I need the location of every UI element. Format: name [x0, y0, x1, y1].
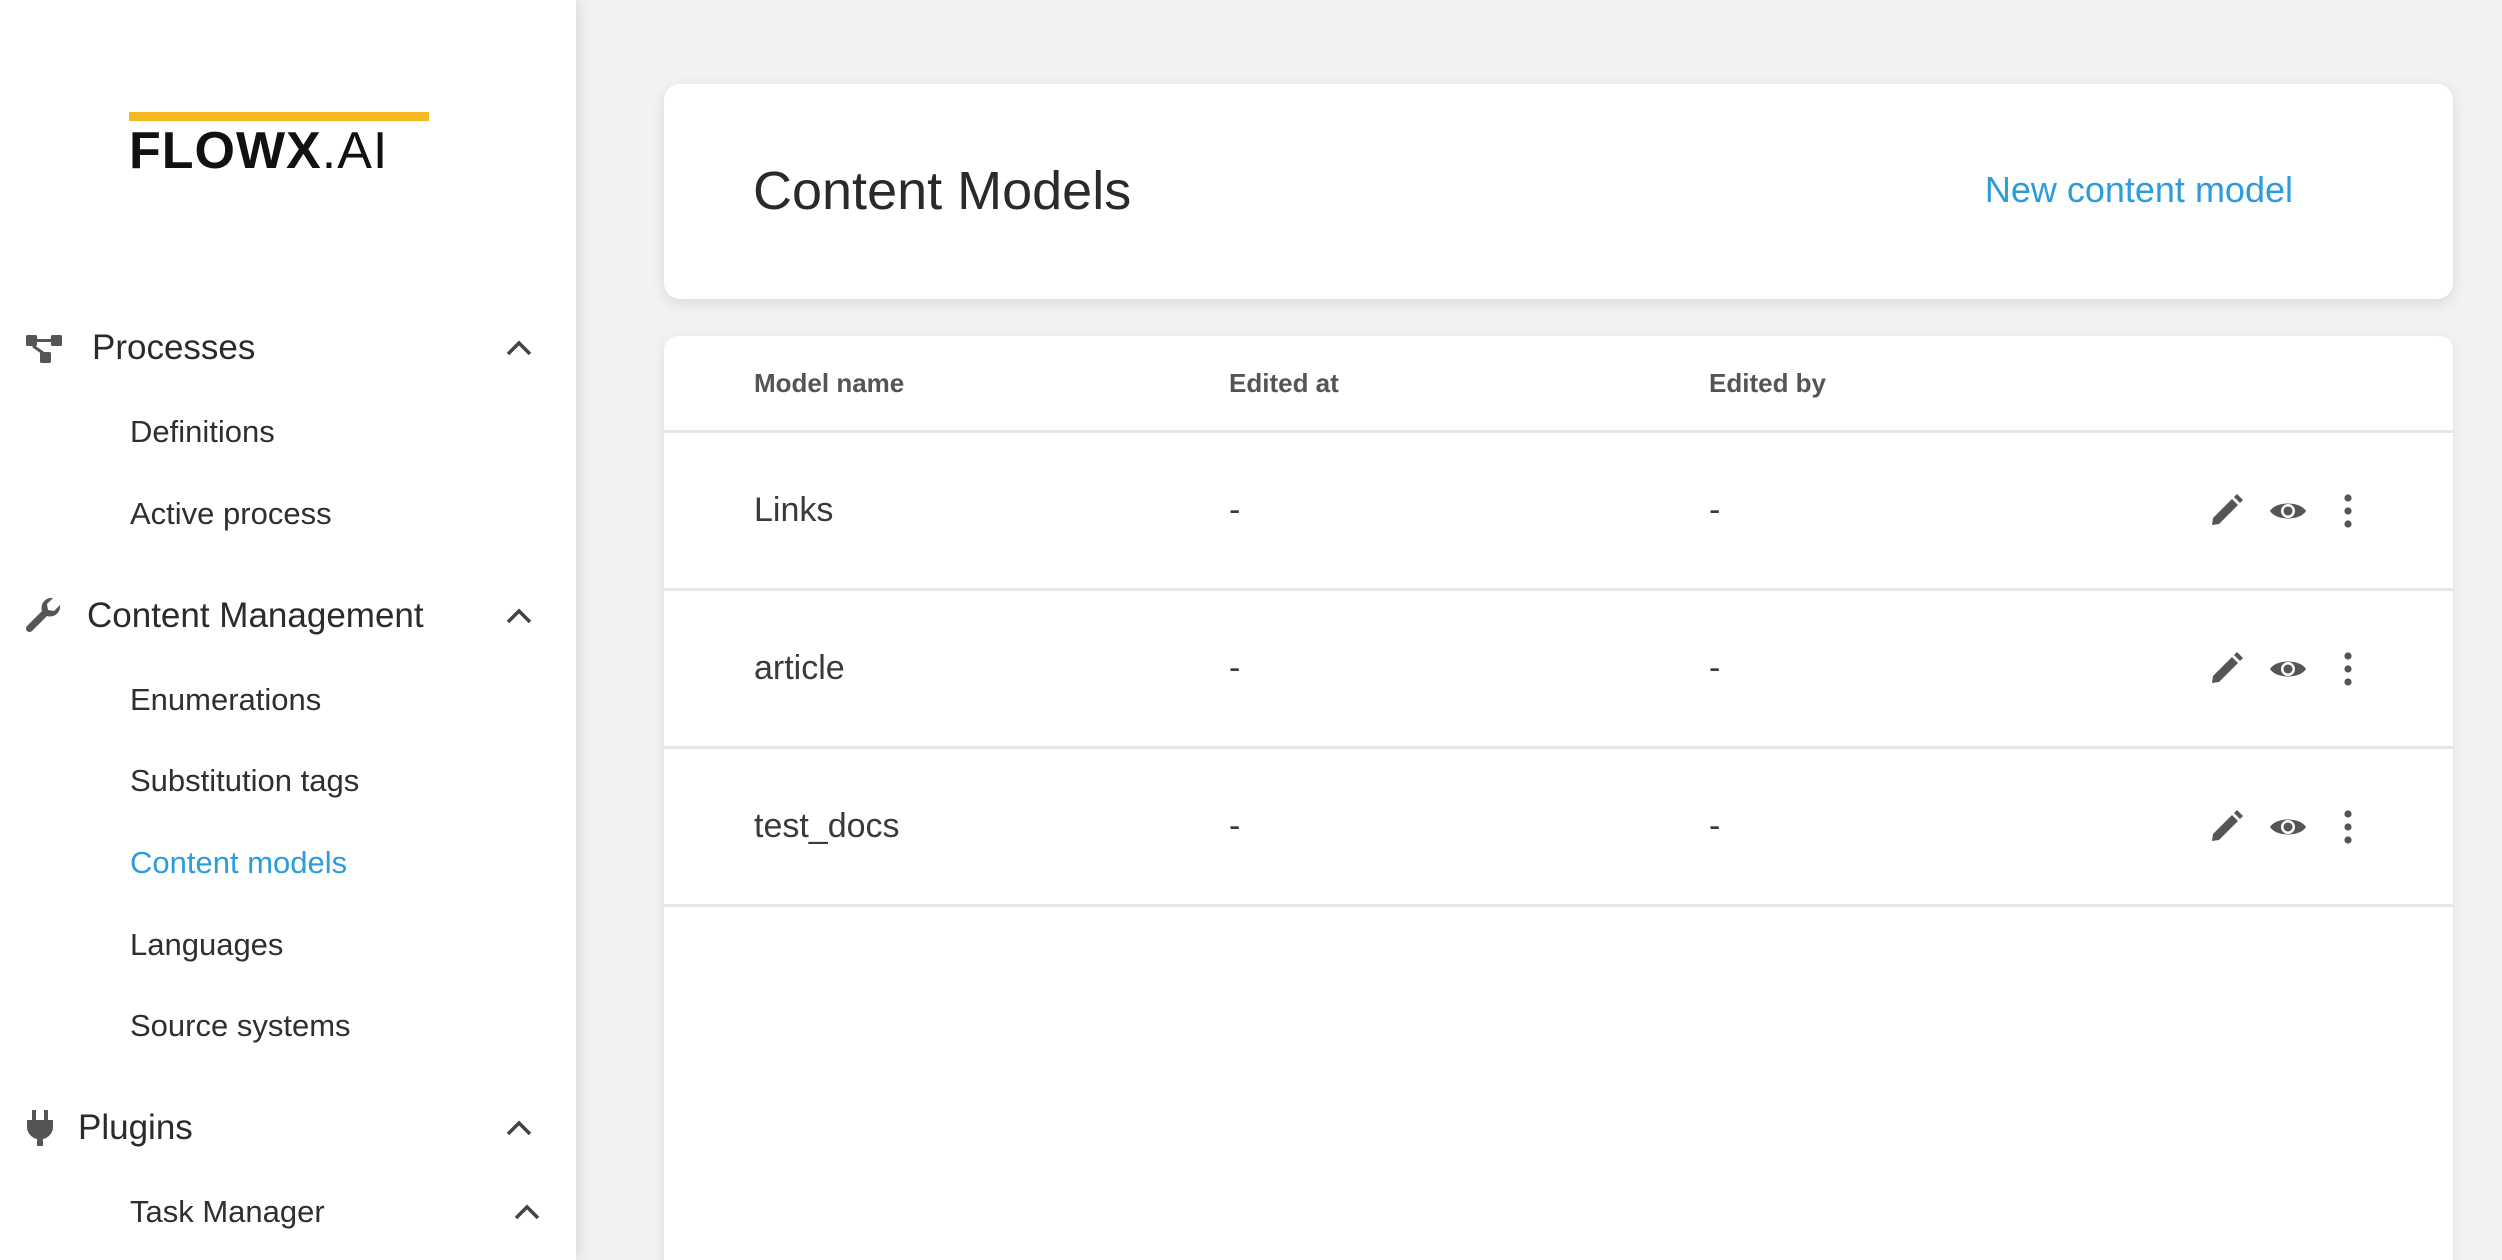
chevron-up-icon[interactable]	[501, 330, 537, 366]
edited-by-cell: -	[1709, 491, 1721, 529]
sidebar-section-label: Plugins	[78, 1108, 193, 1147]
edit-icon[interactable]	[2204, 805, 2248, 849]
sidebar-section-content-management[interactable]: Content Management	[0, 584, 576, 648]
chevron-up-icon[interactable]	[501, 1110, 537, 1146]
edit-icon[interactable]	[2204, 489, 2248, 533]
table-row[interactable]: Links - -	[664, 433, 2453, 591]
sidebar-item-substitution-tags[interactable]: Substitution tags	[130, 759, 359, 803]
wrench-icon	[24, 596, 64, 636]
sidebar: FLOWX.AI Processes Definitions Active pr…	[0, 0, 576, 1260]
logo-text-strong: FLOWX	[129, 122, 322, 180]
sidebar-item-content-models[interactable]: Content models	[130, 841, 347, 885]
logo-text-light: .AI	[321, 122, 389, 180]
table-header: Model name Edited at Edited by	[664, 336, 2453, 433]
logo-accent-bar	[129, 112, 429, 121]
more-options-icon[interactable]	[2326, 489, 2370, 533]
edited-at-cell: -	[1229, 807, 1241, 845]
model-name-cell[interactable]: article	[754, 647, 845, 689]
content-models-table: Model name Edited at Edited by Links - -	[664, 336, 2453, 1260]
column-header-model-name[interactable]: Model name	[754, 368, 904, 399]
sidebar-item-source-systems[interactable]: Source systems	[130, 1004, 351, 1048]
app: FLOWX.AI Processes Definitions Active pr…	[0, 0, 2502, 1260]
edited-by-cell: -	[1709, 807, 1721, 845]
table-row[interactable]: article - -	[664, 591, 2453, 749]
view-icon[interactable]	[2266, 805, 2310, 849]
sidebar-item-definitions[interactable]: Definitions	[130, 410, 275, 454]
sidebar-item-languages[interactable]: Languages	[130, 923, 283, 967]
chevron-up-icon[interactable]	[501, 598, 537, 634]
sidebar-section-processes[interactable]: Processes	[0, 316, 576, 380]
sidebar-section-label: Processes	[92, 328, 256, 367]
sidebar-section-plugins[interactable]: Plugins	[0, 1096, 576, 1160]
model-name-cell[interactable]: Links	[754, 489, 833, 531]
column-header-edited-by[interactable]: Edited by	[1709, 368, 1826, 399]
new-content-model-button[interactable]: New content model	[1985, 168, 2293, 212]
plug-icon	[20, 1108, 60, 1148]
column-header-edited-at[interactable]: Edited at	[1229, 368, 1339, 399]
page-header-card: Content Models New content model	[664, 84, 2453, 299]
sidebar-item-active-process[interactable]: Active process	[130, 492, 332, 536]
view-icon[interactable]	[2266, 489, 2310, 533]
view-icon[interactable]	[2266, 647, 2310, 691]
sidebar-item-enumerations[interactable]: Enumerations	[130, 678, 321, 722]
edited-at-cell: -	[1229, 491, 1241, 529]
edited-at-cell: -	[1229, 649, 1241, 687]
sidebar-section-label: Content Management	[87, 596, 424, 635]
edit-icon[interactable]	[2204, 647, 2248, 691]
page-title: Content Models	[753, 161, 1132, 221]
logo-text: FLOWX.AI	[129, 122, 388, 180]
sidebar-item-task-manager[interactable]: Task Manager	[130, 1190, 325, 1234]
flowx-logo: FLOWX.AI	[129, 112, 429, 180]
process-flow-icon	[24, 328, 64, 368]
more-options-icon[interactable]	[2326, 805, 2370, 849]
model-name-cell[interactable]: test_docs	[754, 805, 900, 847]
edited-by-cell: -	[1709, 649, 1721, 687]
table-row[interactable]: test_docs - -	[664, 749, 2453, 907]
more-options-icon[interactable]	[2326, 647, 2370, 691]
chevron-up-icon[interactable]	[509, 1194, 545, 1230]
